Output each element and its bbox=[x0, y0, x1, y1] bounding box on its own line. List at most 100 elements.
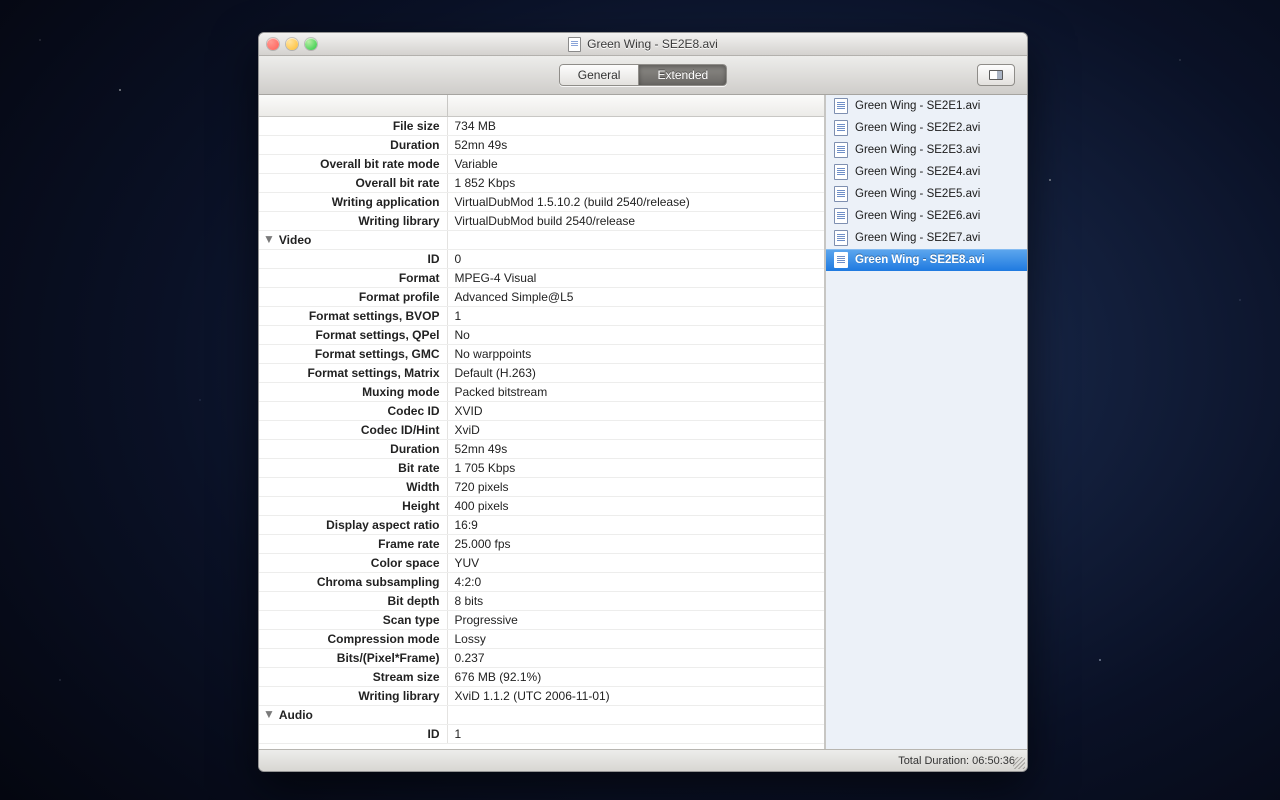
property-row[interactable]: Writing libraryXviD 1.1.2 (UTC 2006-11-0… bbox=[259, 686, 824, 705]
file-item[interactable]: Green Wing - SE2E8.avi bbox=[826, 249, 1027, 271]
tab-general[interactable]: General bbox=[559, 64, 640, 86]
properties-pane[interactable]: File size734 MBDuration52mn 49sOverall b… bbox=[259, 95, 825, 749]
property-key: Display aspect ratio bbox=[259, 515, 447, 534]
property-row[interactable]: Bit rate1 705 Kbps bbox=[259, 458, 824, 477]
property-key: ID bbox=[259, 724, 447, 743]
property-key: Format settings, GMC bbox=[259, 344, 447, 363]
property-row[interactable]: Codec ID/HintXviD bbox=[259, 420, 824, 439]
property-key: Scan type bbox=[259, 610, 447, 629]
property-key: Duration bbox=[259, 439, 447, 458]
property-row[interactable]: Stream size676 MB (92.1%) bbox=[259, 667, 824, 686]
tab-extended[interactable]: Extended bbox=[639, 64, 727, 86]
property-value: XVID bbox=[447, 401, 824, 420]
property-value: 52mn 49s bbox=[447, 135, 824, 154]
property-key: Format settings, QPel bbox=[259, 325, 447, 344]
toolbar: General Extended bbox=[259, 56, 1027, 95]
file-item[interactable]: Green Wing - SE2E5.avi bbox=[826, 183, 1027, 205]
property-row[interactable]: Chroma subsampling4:2:0 bbox=[259, 572, 824, 591]
property-row[interactable]: Writing libraryVirtualDubMod build 2540/… bbox=[259, 211, 824, 230]
property-row[interactable]: Codec IDXVID bbox=[259, 401, 824, 420]
property-key: Writing library bbox=[259, 211, 447, 230]
property-row[interactable]: Format profileAdvanced Simple@L5 bbox=[259, 287, 824, 306]
avi-file-icon bbox=[834, 98, 848, 114]
property-row[interactable]: ID0 bbox=[259, 249, 824, 268]
disclosure-triangle-icon[interactable]: ▼ bbox=[263, 232, 275, 246]
file-item-label: Green Wing - SE2E2.avi bbox=[855, 122, 980, 134]
property-row[interactable]: Format settings, MatrixDefault (H.263) bbox=[259, 363, 824, 382]
avi-file-icon bbox=[834, 142, 848, 158]
property-value: 1 bbox=[447, 306, 824, 325]
property-row[interactable]: Format settings, GMCNo warppoints bbox=[259, 344, 824, 363]
file-item[interactable]: Green Wing - SE2E3.avi bbox=[826, 139, 1027, 161]
disclosure-triangle-icon[interactable]: ▼ bbox=[263, 707, 275, 721]
property-key: Codec ID/Hint bbox=[259, 420, 447, 439]
property-row[interactable]: Duration52mn 49s bbox=[259, 439, 824, 458]
property-row[interactable]: ID1 bbox=[259, 724, 824, 743]
property-row[interactable]: Bits/(Pixel*Frame)0.237 bbox=[259, 648, 824, 667]
property-key: Format profile bbox=[259, 287, 447, 306]
property-value: 734 MB bbox=[447, 116, 824, 135]
property-value: 8 bits bbox=[447, 591, 824, 610]
property-value: VirtualDubMod 1.5.10.2 (build 2540/relea… bbox=[447, 192, 824, 211]
property-row[interactable]: Scan typeProgressive bbox=[259, 610, 824, 629]
property-key: Frame rate bbox=[259, 534, 447, 553]
property-row[interactable]: Muxing modePacked bitstream bbox=[259, 382, 824, 401]
property-row[interactable]: FormatMPEG-4 Visual bbox=[259, 268, 824, 287]
property-key: Compression mode bbox=[259, 629, 447, 648]
property-key: Bits/(Pixel*Frame) bbox=[259, 648, 447, 667]
file-item-label: Green Wing - SE2E1.avi bbox=[855, 100, 980, 112]
close-icon[interactable] bbox=[267, 38, 279, 50]
section-header[interactable]: ▼Video bbox=[259, 230, 824, 249]
property-value: 1 705 Kbps bbox=[447, 458, 824, 477]
property-row[interactable]: Overall bit rate1 852 Kbps bbox=[259, 173, 824, 192]
property-key: Format bbox=[259, 268, 447, 287]
traffic-lights bbox=[267, 38, 317, 50]
property-row[interactable]: Format settings, QPelNo bbox=[259, 325, 824, 344]
property-row[interactable]: Color spaceYUV bbox=[259, 553, 824, 572]
property-row[interactable]: Format settings, BVOP1 bbox=[259, 306, 824, 325]
property-key: Bit rate bbox=[259, 458, 447, 477]
property-value: No bbox=[447, 325, 824, 344]
property-value: XviD 1.1.2 (UTC 2006-11-01) bbox=[447, 686, 824, 705]
property-key: Writing application bbox=[259, 192, 447, 211]
property-value: 720 pixels bbox=[447, 477, 824, 496]
titlebar[interactable]: Green Wing - SE2E8.avi bbox=[259, 33, 1027, 56]
avi-file-icon bbox=[834, 230, 848, 246]
property-value: Progressive bbox=[447, 610, 824, 629]
property-row[interactable]: Display aspect ratio16:9 bbox=[259, 515, 824, 534]
property-value: MPEG-4 Visual bbox=[447, 268, 824, 287]
sidebar-icon bbox=[989, 70, 1003, 80]
property-row[interactable]: File size734 MB bbox=[259, 116, 824, 135]
property-row[interactable]: Duration52mn 49s bbox=[259, 135, 824, 154]
file-item[interactable]: Green Wing - SE2E4.avi bbox=[826, 161, 1027, 183]
section-header[interactable]: ▼Audio bbox=[259, 705, 824, 724]
minimize-icon[interactable] bbox=[286, 38, 298, 50]
file-item-label: Green Wing - SE2E3.avi bbox=[855, 144, 980, 156]
total-duration: Total Duration: 06:50:36 bbox=[898, 755, 1015, 767]
avi-file-icon bbox=[834, 252, 848, 268]
property-row[interactable]: Bit depth8 bits bbox=[259, 591, 824, 610]
avi-file-icon bbox=[834, 208, 848, 224]
property-row[interactable]: Compression modeLossy bbox=[259, 629, 824, 648]
file-item[interactable]: Green Wing - SE2E2.avi bbox=[826, 117, 1027, 139]
property-key: Writing library bbox=[259, 686, 447, 705]
zoom-icon[interactable] bbox=[305, 38, 317, 50]
file-item[interactable]: Green Wing - SE2E7.avi bbox=[826, 227, 1027, 249]
file-item-label: Green Wing - SE2E5.avi bbox=[855, 188, 980, 200]
window-title: Green Wing - SE2E8.avi bbox=[587, 37, 718, 51]
property-key: ID bbox=[259, 249, 447, 268]
file-item[interactable]: Green Wing - SE2E6.avi bbox=[826, 205, 1027, 227]
property-value: 4:2:0 bbox=[447, 572, 824, 591]
toggle-sidebar-button[interactable] bbox=[977, 64, 1015, 86]
file-list[interactable]: Green Wing - SE2E1.avi Green Wing - SE2E2… bbox=[825, 95, 1027, 749]
property-row[interactable]: Writing applicationVirtualDubMod 1.5.10.… bbox=[259, 192, 824, 211]
property-row[interactable]: Height400 pixels bbox=[259, 496, 824, 515]
property-value: 25.000 fps bbox=[447, 534, 824, 553]
avi-file-icon bbox=[834, 164, 848, 180]
property-row[interactable]: Width720 pixels bbox=[259, 477, 824, 496]
property-row[interactable]: Frame rate25.000 fps bbox=[259, 534, 824, 553]
property-value: XviD bbox=[447, 420, 824, 439]
property-row[interactable]: Overall bit rate modeVariable bbox=[259, 154, 824, 173]
property-value: Variable bbox=[447, 154, 824, 173]
file-item[interactable]: Green Wing - SE2E1.avi bbox=[826, 95, 1027, 117]
